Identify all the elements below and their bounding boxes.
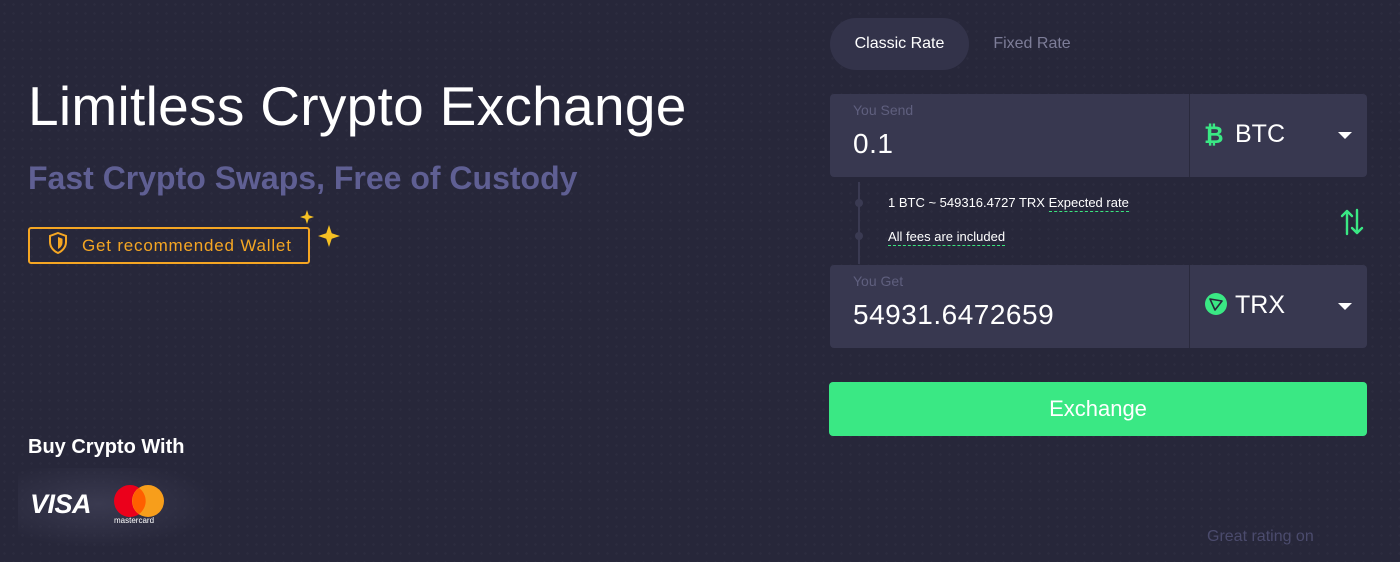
- send-amount-input[interactable]: You Send 0.1: [830, 94, 1190, 177]
- get-currency-name: TRX: [1235, 291, 1285, 319]
- sparkle-star-icon: [300, 210, 314, 224]
- tab-classic-rate[interactable]: Classic Rate: [830, 18, 969, 70]
- get-currency-select[interactable]: TRX: [1190, 265, 1367, 348]
- shield-icon: [48, 231, 68, 259]
- rate-dot: [855, 199, 863, 207]
- tron-icon: [1204, 292, 1228, 321]
- visa-logo: VISA: [30, 489, 92, 519]
- mastercard-label: mastercard: [114, 516, 155, 525]
- chevron-down-icon: [1338, 303, 1352, 310]
- rate-connector: [858, 182, 860, 264]
- page-title: Limitless Crypto Exchange: [28, 75, 687, 137]
- buy-crypto-heading: Buy Crypto With: [28, 436, 185, 458]
- get-amount-value: 54931.6472659: [853, 299, 1055, 330]
- exchange-button[interactable]: Exchange: [829, 382, 1367, 436]
- sparkle-star-icon: [318, 225, 340, 247]
- get-amount-input[interactable]: You Get 54931.6472659: [830, 265, 1190, 348]
- bitcoin-icon: ₿: [1204, 121, 1224, 152]
- page-subtitle: Fast Crypto Swaps, Free of Custody: [28, 160, 578, 196]
- get-wallet-button[interactable]: Get recommended Wallet: [28, 227, 310, 264]
- send-amount-value: 0.1: [853, 128, 894, 159]
- wallet-button-label: Get recommended Wallet: [82, 235, 292, 255]
- send-field: You Send 0.1 ₿ BTC: [830, 94, 1367, 177]
- rating-text: Great rating on: [1207, 528, 1314, 545]
- expected-rate-link[interactable]: Expected rate: [1048, 195, 1129, 212]
- swap-arrows-icon[interactable]: [1339, 208, 1365, 236]
- fees-included-link[interactable]: All fees are included: [888, 229, 1006, 246]
- get-label: You Get: [853, 273, 904, 289]
- fees-dot: [855, 232, 863, 240]
- chevron-down-icon: [1338, 132, 1352, 139]
- fees-info: All fees are included: [888, 229, 1006, 246]
- send-currency-select[interactable]: ₿ BTC: [1190, 94, 1367, 177]
- mastercard-logo: [114, 485, 164, 517]
- tab-fixed-rate[interactable]: Fixed Rate: [972, 18, 1092, 70]
- svg-text:₿: ₿: [1204, 121, 1224, 147]
- exchange-rate-info: 1 BTC ~ 549316.4727 TRX Expected rate: [888, 195, 1129, 212]
- exchange-rate-text: 1 BTC ~ 549316.4727 TRX: [888, 195, 1045, 210]
- send-label: You Send: [853, 102, 914, 118]
- send-currency-name: BTC: [1235, 120, 1285, 148]
- get-field: You Get 54931.6472659 TRX: [830, 265, 1367, 348]
